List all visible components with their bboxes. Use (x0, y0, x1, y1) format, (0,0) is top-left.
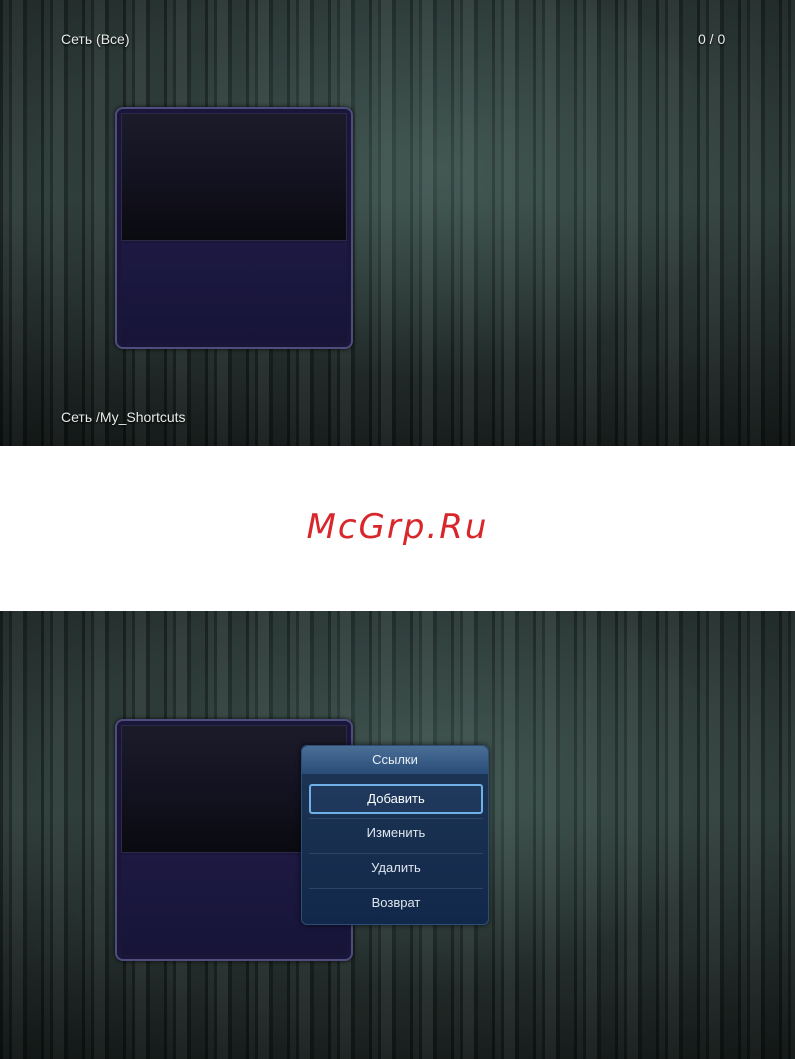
thumbnail-preview-area (121, 113, 347, 241)
links-popup-menu: Ссылки Добавить Изменить Удалить Возврат (301, 745, 489, 925)
menu-item-add[interactable]: Добавить (309, 784, 483, 814)
menu-item-edit[interactable]: Изменить (309, 818, 483, 848)
watermark-logo: McGrp.Ru (306, 507, 489, 547)
shortcut-thumbnail[interactable] (115, 107, 353, 349)
network-browser-screen-bottom: Ссылки Добавить Изменить Удалить Возврат (0, 611, 795, 1059)
menu-item-delete[interactable]: Удалить (309, 853, 483, 883)
menu-item-return[interactable]: Возврат (309, 888, 483, 918)
menu-title: Ссылки (302, 746, 488, 774)
page-title: Сеть (Все) (61, 31, 130, 47)
network-browser-screen-top: Сеть (Все) 0 / 0 Сеть /My_Shortcuts (0, 0, 795, 446)
item-counter: 0 / 0 (698, 31, 726, 47)
thumbnail-label-area (121, 243, 347, 343)
current-path: Сеть /My_Shortcuts (61, 409, 186, 425)
